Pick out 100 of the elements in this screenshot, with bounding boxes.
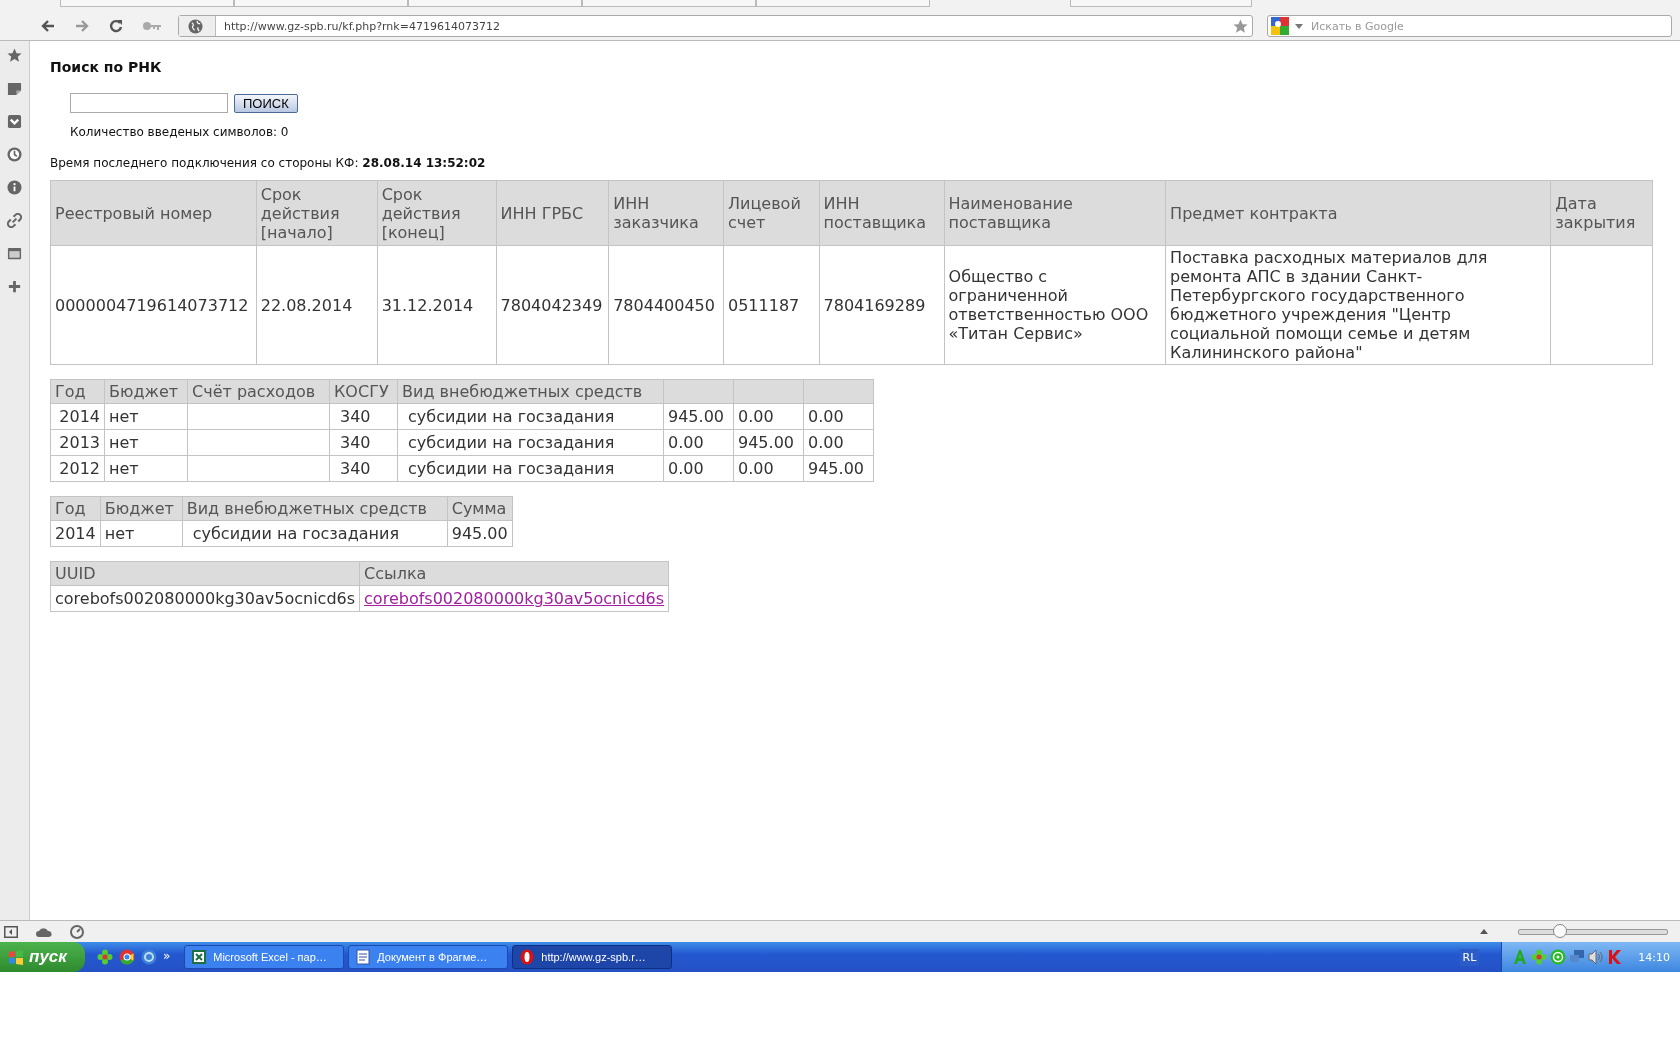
- table-cell: 31.12.2014: [377, 245, 497, 365]
- column-header: Сумма: [447, 496, 513, 521]
- table-cell: субсидии на госзадания: [397, 403, 664, 430]
- column-header: КОСГУ: [329, 379, 398, 404]
- table-cell: 2012: [50, 455, 105, 482]
- search-engine-icon[interactable]: [1271, 17, 1289, 35]
- start-button[interactable]: пуск: [0, 942, 85, 972]
- table-cell: 340: [329, 403, 398, 430]
- column-header: [733, 379, 804, 404]
- globe-icon[interactable]: [140, 949, 157, 965]
- bookmarks-star-icon[interactable]: [7, 48, 22, 63]
- bookmark-star-icon[interactable]: [1233, 18, 1248, 34]
- last-connection-text: Время последнего подключения со стороны КФ: 28.08.14 13:52:02: [50, 156, 487, 170]
- table-cell: нет: [104, 455, 188, 482]
- column-header: Бюджет: [104, 379, 188, 404]
- url-text: http://www.gz-spb.ru/kf.php?rnk=4719614073712: [224, 19, 501, 33]
- table-cell: 2014: [50, 403, 105, 430]
- column-header: Срок действия [начало]: [256, 180, 378, 246]
- spreadsheet-icon: [191, 949, 208, 965]
- forward-icon[interactable]: [74, 18, 90, 34]
- plus-icon[interactable]: [7, 279, 22, 294]
- table-cell: 340: [329, 429, 398, 456]
- table-cell: нет: [104, 403, 188, 430]
- page-heading: Поиск по РНК: [50, 59, 163, 75]
- back-icon[interactable]: [40, 18, 56, 34]
- search-box[interactable]: Искать в Google: [1267, 15, 1672, 37]
- info-icon[interactable]: [7, 180, 22, 195]
- column-header: ИНН ГРБС: [496, 180, 609, 246]
- globe-icon: [187, 18, 203, 34]
- clock-text: 14:10: [1638, 950, 1670, 964]
- table-cell: 2013: [50, 429, 105, 456]
- table-cell: 7804400450: [608, 245, 724, 365]
- table-cell: 0.00: [733, 455, 804, 482]
- table-cell: Поставка расходных материалов для ремонта АПС в здании Санкт-Петербургского государственного бюджетного учреждения "Центр социальной помощи семье и детям Калининского района": [1165, 245, 1551, 365]
- dropdown-caret-icon[interactable]: [1295, 23, 1303, 29]
- flower-icon[interactable]: [1531, 949, 1548, 965]
- column-header: Год: [50, 379, 105, 404]
- window-icon[interactable]: [7, 246, 22, 261]
- table-cell: нет: [104, 429, 188, 456]
- char-count-text: Количество введеных символов: 0: [70, 125, 290, 139]
- table-cell: 0.00: [663, 429, 734, 456]
- panel-toggle-icon[interactable]: [4, 925, 18, 938]
- column-header: Вид внебюджетных средств: [397, 379, 664, 404]
- flower-icon[interactable]: [96, 949, 113, 965]
- table-cell: 0.00: [803, 429, 874, 456]
- table-cell: 945.00: [803, 455, 874, 482]
- column-header: UUID: [50, 561, 360, 586]
- table-cell: 7804042349: [496, 245, 609, 365]
- table-cell: Общество с ограниченной ответственностью ООО «Титан Сервис»: [944, 245, 1166, 365]
- taskbar-button[interactable]: Документ в Фрагме…: [348, 945, 509, 969]
- table-cell: 945.00: [663, 403, 734, 430]
- column-header: Ссылка: [359, 561, 669, 586]
- rnk-input-field[interactable]: [70, 93, 228, 113]
- table-cell: 0511187: [723, 245, 820, 365]
- column-header: Предмет контракта: [1165, 180, 1551, 246]
- table-cell: 0.00: [733, 403, 804, 430]
- column-header: Вид внебюджетных средств: [182, 496, 448, 521]
- table-cell: нет: [100, 520, 183, 547]
- column-header: Счёт расходов: [187, 379, 330, 404]
- taskbar-button[interactable]: Microsoft Excel - пар…: [184, 945, 345, 969]
- k-shield-icon[interactable]: [1607, 949, 1624, 965]
- table-cell: 7804169289: [819, 245, 945, 365]
- speaker-icon[interactable]: [1588, 949, 1605, 965]
- table-cell: 22.08.2014: [256, 245, 378, 365]
- target-icon[interactable]: [1550, 949, 1567, 965]
- browser-icon[interactable]: [118, 949, 135, 965]
- note-icon[interactable]: [7, 81, 22, 96]
- up-arrow-icon[interactable]: [1480, 929, 1488, 934]
- column-header: Наименование поставщика: [944, 180, 1166, 246]
- more-chevron[interactable]: »: [162, 949, 171, 963]
- column-header: [663, 379, 734, 404]
- column-header: Бюджет: [100, 496, 183, 521]
- opera-logo-icon: [519, 949, 536, 965]
- windows-logo-icon: [8, 949, 24, 965]
- download-icon[interactable]: [7, 114, 22, 129]
- table-cell: 2014: [50, 520, 101, 547]
- column-header: ИНН поставщика: [819, 180, 945, 246]
- table-cell: 0.00: [803, 403, 874, 430]
- network-icon[interactable]: [1569, 949, 1586, 965]
- document-icon: [355, 949, 372, 965]
- column-header: Лицевой счет: [723, 180, 820, 246]
- table-cell: corebofs002080000kg30av5ocnicd6s: [50, 585, 360, 612]
- taskbar-button[interactable]: http://www.gz-spb.r…: [512, 945, 673, 969]
- link-icon[interactable]: [7, 213, 22, 228]
- search-field[interactable]: Искать в Google: [1309, 18, 1671, 34]
- search-button[interactable]: ПОИСК: [234, 93, 298, 113]
- reload-icon[interactable]: [108, 18, 124, 34]
- column-header: [803, 379, 874, 404]
- speedometer-icon[interactable]: [70, 924, 84, 939]
- address-bar[interactable]: http://www.gz-spb.ru/kf.php?rnk=4719614073712: [178, 15, 1253, 37]
- table-cell: 0.00: [663, 455, 734, 482]
- cloud-icon[interactable]: [36, 926, 52, 937]
- clock-icon[interactable]: [7, 147, 22, 162]
- table-cell: субсидии на госзадания: [182, 520, 448, 547]
- column-header: Реестровый номер: [50, 180, 257, 246]
- column-header: Срок действия [конец]: [377, 180, 497, 246]
- table-cell: субсидии на госзадания: [397, 455, 664, 482]
- table-cell: 945.00: [733, 429, 804, 456]
- column-header: Год: [50, 496, 101, 521]
- language-indicator[interactable]: RL: [1459, 948, 1480, 966]
